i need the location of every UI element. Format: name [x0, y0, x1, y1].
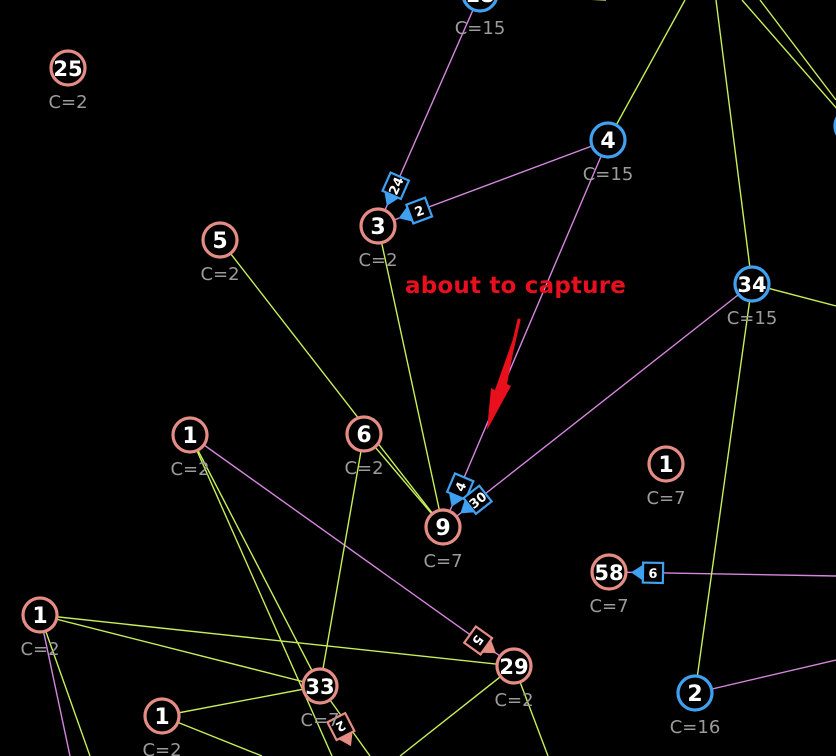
planet-count: 29 [499, 655, 528, 679]
planet-node-n5[interactable]: 5C=2 [200, 221, 240, 285]
planet-count: 33 [305, 675, 334, 699]
link-n1c-n33 [39, 614, 321, 687]
planet-count: 58 [594, 561, 623, 585]
planet-node-n25[interactable]: 25 C=2 [48, 49, 88, 113]
link-n5-n9 [219, 239, 444, 528]
planet-count: 25 [53, 57, 82, 81]
planet-node-n29[interactable]: 29 C=2 [494, 647, 534, 711]
annotation-arrow-shaft [498, 318, 521, 404]
planet-capacity: C=2 [200, 264, 239, 285]
planet-capacity: C=16 [670, 717, 721, 738]
planet-count: 18 [465, 0, 494, 7]
planet-node-n18[interactable]: 18 C=15 [455, 0, 506, 39]
planet-node-n1d[interactable]: 1 C=2 [142, 697, 182, 756]
planet-capacity: C=7 [300, 710, 339, 731]
planet-capacity: C=2 [494, 690, 533, 711]
link-n3-n9 [377, 225, 444, 528]
planet-node-n2[interactable]: 2 C=16 [670, 674, 721, 738]
planet-count: 9 [435, 516, 450, 541]
fleet-blue-0[interactable]: 24 [378, 171, 411, 210]
planet-node-n1a[interactable]: 1C=2 [170, 416, 210, 480]
links-layer [39, 0, 836, 756]
link-n1c-n29 [39, 614, 515, 667]
planet-count: 4 [600, 129, 615, 154]
planet-node-n3[interactable]: 3C=2 [358, 207, 398, 271]
planet-capacity: C=15 [455, 18, 506, 39]
link-n4-n9 [442, 139, 609, 528]
planet-capacity: C=2 [142, 740, 181, 756]
fleet-blue-5[interactable]: 6 [630, 561, 665, 585]
planet-capacity: C=7 [423, 551, 462, 572]
red-arrow-icon [487, 318, 521, 430]
link-edgeT4-edgeR4 [759, 0, 836, 101]
planet-node-n33[interactable]: 33 C=7 [300, 667, 340, 731]
planet-node-n6[interactable]: 6C=2 [344, 415, 384, 479]
planet-count: 5 [212, 229, 227, 254]
planet-node-n1c[interactable]: 1C=2 [20, 596, 60, 660]
fleet-blue-1[interactable]: 2 [395, 196, 434, 228]
planet-capacity: C=2 [344, 458, 383, 479]
link-n4-edgeT1 [607, 0, 686, 141]
planet-node-n9[interactable]: 9C=7 [423, 508, 463, 572]
planet-count: 6 [356, 423, 371, 448]
planet-count: 1 [658, 453, 673, 478]
planet-capacity: C=15 [583, 164, 634, 185]
planet-count: 1 [154, 705, 169, 730]
planet-capacity: C=15 [727, 308, 778, 329]
link-n34-edgeT2 [715, 0, 753, 285]
planet-count: 3 [370, 215, 385, 240]
planet-capacity: C=2 [358, 250, 397, 271]
planet-count: 2 [687, 682, 702, 707]
game-board: 242430562 18C=1525C=24C=153C=25C=234C=15… [0, 0, 836, 756]
link-n1a-edgeB1 [189, 434, 333, 756]
planet-count: 1 [32, 604, 47, 629]
link-n1d-n33 [161, 685, 321, 717]
planet-capacity: C=2 [170, 459, 209, 480]
link-n2-edgeR2 [694, 659, 836, 694]
planet-node-n1b[interactable]: 1C=7 [646, 445, 686, 509]
link-nC-edgeT3 [741, 0, 836, 109]
planet-count: 1 [182, 424, 197, 449]
planet-capacity: C=7 [589, 596, 628, 617]
planet-node-n58[interactable]: 58 C=7 [589, 553, 629, 617]
planet-capacity: C=2 [48, 92, 87, 113]
fleet-red-4[interactable]: 5 [462, 624, 502, 662]
fleet-count: 6 [648, 567, 657, 582]
link-n34-n2 [694, 283, 753, 694]
planet-count: 34 [737, 273, 766, 297]
link-n29-edgeB4 [399, 665, 515, 756]
planet-capacity: C=2 [20, 639, 59, 660]
planet-capacity: C=7 [646, 488, 685, 509]
fleet-arrowhead-icon [630, 564, 644, 581]
planet-node-n4[interactable]: 4 C=15 [583, 121, 634, 185]
